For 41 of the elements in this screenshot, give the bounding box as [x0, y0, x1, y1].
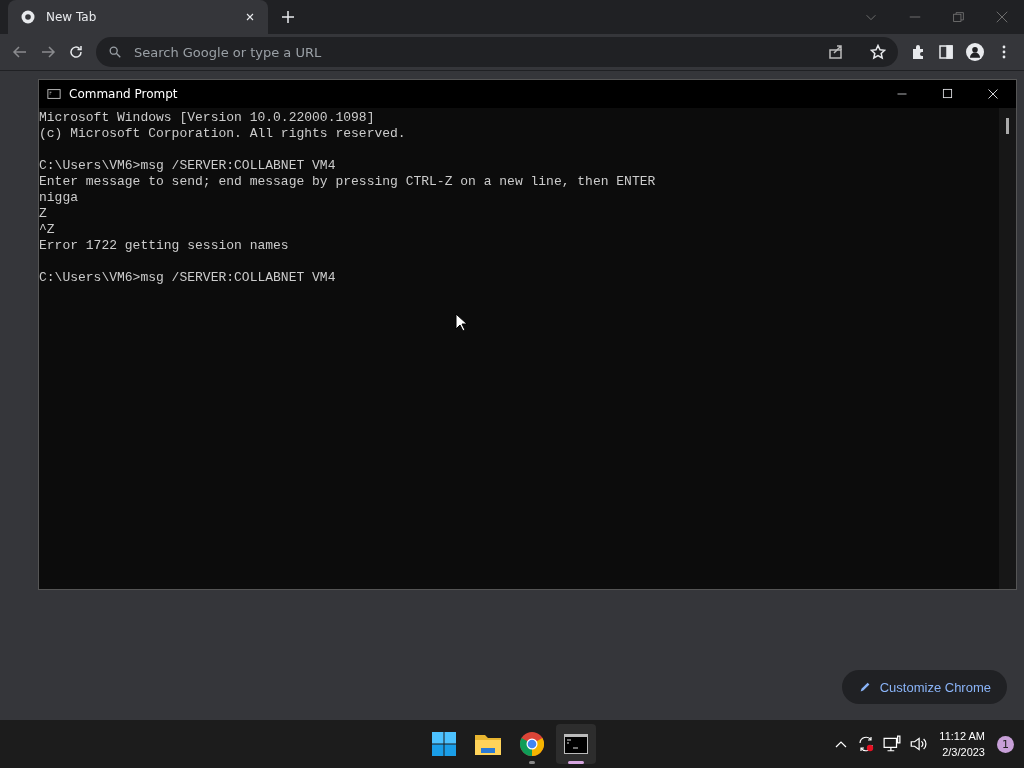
volume-icon[interactable] [909, 735, 928, 753]
browser-tab[interactable]: New Tab [8, 0, 268, 34]
forward-icon[interactable] [40, 44, 56, 60]
scrollbar-thumb[interactable] [1006, 118, 1009, 134]
restore-icon[interactable] [952, 10, 965, 24]
console-line: C:\Users\VM6>msg /SERVER:COLLABNET VM4 [39, 158, 337, 174]
puzzle-icon[interactable] [910, 44, 926, 60]
mouse-cursor-icon [455, 313, 467, 332]
back-icon[interactable] [12, 44, 28, 60]
console-line: nigga [39, 190, 79, 206]
sync-icon[interactable] [857, 735, 876, 753]
new-tab-icon[interactable] [280, 9, 296, 25]
network-icon[interactable] [883, 735, 902, 753]
console-line: (c) Microsoft Corporation. All rights reserved. [39, 126, 407, 142]
share-icon[interactable] [828, 44, 844, 60]
clock[interactable]: 11:12 AM 2/3/2023 [939, 728, 985, 760]
folder-icon [475, 733, 501, 755]
console-line: ^Z [39, 222, 56, 238]
side-panel-icon[interactable] [938, 44, 954, 60]
address-field[interactable]: Search Google or type a URL [132, 43, 818, 61]
maximize-icon[interactable] [942, 88, 953, 99]
close-icon[interactable] [244, 11, 256, 23]
windows-logo-icon [432, 732, 456, 756]
notification-badge[interactable]: 1 [997, 735, 1014, 753]
star-icon[interactable] [870, 44, 886, 60]
console-line: Enter message to send; end message by pressing CTRL-Z on a new line, then ENTER [39, 174, 657, 190]
chrome-logo-icon [520, 732, 544, 756]
address-bar[interactable]: Search Google or type a URL [96, 37, 898, 67]
search-icon [108, 45, 122, 59]
chrome-logo-icon [20, 9, 36, 25]
reload-icon[interactable] [68, 44, 84, 60]
console-icon [564, 734, 588, 754]
taskbar-app[interactable] [556, 724, 596, 764]
console-icon [47, 87, 61, 101]
profile-icon[interactable] [966, 43, 984, 61]
console-line: Z [39, 206, 48, 222]
window-title: Command Prompt [69, 87, 178, 101]
console-line: C:\Users\VM6>msg /SERVER:COLLABNET VM4 [39, 270, 337, 286]
console-line: Error 1722 getting session names [39, 238, 290, 254]
customize-chrome-button[interactable]: Customize Chrome [841, 670, 1007, 704]
console-line: Microsoft Windows [Version 10.0.22000.1098] [39, 110, 376, 126]
